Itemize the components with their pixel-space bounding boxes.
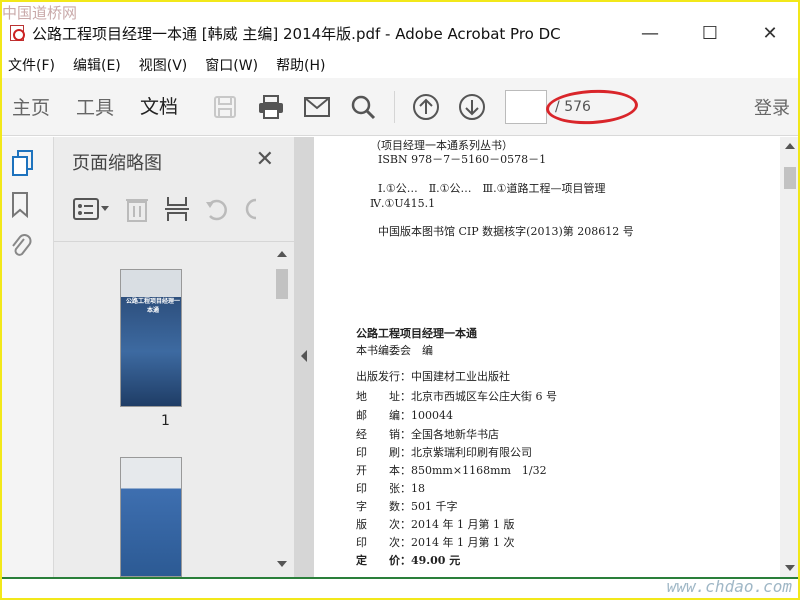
save-icon[interactable] [210, 92, 240, 122]
doc-line-publisher: 出版发行：中国建材工业出版社 [356, 370, 510, 383]
menu-file[interactable]: 文件(F) [8, 55, 55, 75]
thumbnail-title: 公路工程项目经理一本通 [125, 298, 180, 314]
doc-line-format: 开 本：850mm×1168mm 1/32 [356, 464, 547, 477]
panel-scrollbar[interactable] [274, 245, 290, 575]
window-title: 公路工程项目经理一本通 [韩威 主编] 2014年版.pdf - Adobe A… [32, 24, 561, 43]
close-panel-icon[interactable]: ✕ [256, 147, 274, 172]
delete-icon[interactable] [124, 195, 150, 227]
minimize-button[interactable]: — [620, 14, 680, 52]
doc-line-isbn: ISBN 978－7－5160－0578－1 [378, 153, 547, 166]
maximize-button[interactable]: ☐ [680, 14, 740, 52]
panel-title: 页面缩略图 [72, 153, 162, 174]
document-view: （项目经理一本通系列丛书） ISBN 978－7－5160－0578－1 Ⅰ.①… [314, 137, 780, 577]
title-bar: 公路工程项目经理一本通 [韩威 主编] 2014年版.pdf - Adobe A… [0, 14, 800, 52]
previous-page-icon[interactable] [411, 92, 441, 122]
panel-splitter[interactable] [294, 137, 314, 577]
menu-help[interactable]: 帮助(H) [276, 55, 325, 75]
doc-line-distributor: 经 销：全国各地新华书店 [356, 428, 499, 441]
rotate-right-icon[interactable] [244, 196, 258, 226]
tab-document[interactable]: 文档 [140, 92, 178, 121]
navigation-rail [0, 137, 54, 577]
menu-view[interactable]: 视图(V) [139, 55, 188, 75]
doc-line-cip: 中国版本图书馆 CIP 数据核字(2013)第 208612 号 [378, 225, 634, 238]
next-page-icon[interactable] [457, 92, 487, 122]
menu-bar: 文件(F) 编辑(E) 视图(V) 窗口(W) 帮助(H) [0, 52, 800, 78]
toolbar-separator [394, 90, 396, 123]
page-thumbnails-icon[interactable] [10, 149, 40, 179]
options-menu-icon[interactable] [72, 196, 110, 226]
watermark-top: 中国道桥网 [2, 4, 78, 22]
page-thumbnail-1[interactable]: 公路工程项目经理一本通 [120, 269, 182, 407]
page-number-input[interactable] [505, 89, 548, 124]
bookmark-icon[interactable] [10, 191, 40, 221]
panel-toolbar [72, 195, 272, 227]
page-thumbnail-2[interactable] [120, 457, 182, 577]
menu-window[interactable]: 窗口(W) [205, 55, 258, 75]
doc-line-price: 定 价：49.00 元 [356, 554, 461, 567]
doc-line-postcode: 邮 编：100044 [356, 409, 453, 422]
search-icon[interactable] [348, 92, 378, 122]
doc-line-sheets: 印 张：18 [356, 482, 425, 495]
doc-line-printer: 印 刷：北京紫瑞利印刷有限公司 [356, 446, 532, 459]
attachment-icon[interactable] [10, 233, 40, 263]
document-scrollbar[interactable] [780, 137, 800, 577]
insert-pages-icon[interactable] [164, 195, 190, 227]
doc-line-address: 地 址：北京市西城区车公庄大街 6 号 [356, 390, 557, 403]
tab-home[interactable]: 主页 [12, 93, 50, 120]
doc-line-edition: 版 次：2014 年 1 月第 1 版 [356, 518, 515, 531]
acrobat-pdf-icon [10, 25, 25, 41]
doc-line-udc: Ⅳ.①U415.1 [370, 197, 436, 210]
close-button[interactable]: ✕ [740, 14, 800, 52]
doc-line-classification: Ⅰ.①公… Ⅱ.①公… Ⅲ.①道路工程—项目管理 [378, 182, 606, 195]
main-toolbar: 主页 工具 文档 / 576 登录 [0, 78, 800, 136]
panel-divider [54, 241, 294, 242]
tab-tools[interactable]: 工具 [76, 93, 114, 120]
doc-line-editor: 本书编委会 编 [356, 344, 433, 357]
doc-line-printing: 印 次：2014 年 1 月第 1 次 [356, 536, 515, 549]
doc-line-word-count: 字 数：501 千字 [356, 500, 458, 513]
print-icon[interactable] [256, 92, 286, 122]
sign-in-link[interactable]: 登录 [754, 94, 790, 120]
doc-line-book-title: 公路工程项目经理一本通 [356, 327, 477, 340]
window-controls: — ☐ ✕ [620, 14, 800, 52]
rotate-left-icon[interactable] [204, 196, 230, 226]
watermark-bottom: www.chdao.com [666, 577, 792, 596]
thumbnail-page-number: 1 [161, 413, 170, 429]
menu-edit[interactable]: 编辑(E) [73, 55, 121, 75]
thumbnail-panel: 页面缩略图 ✕ 公路工程项目经理一本通 1 [54, 137, 294, 577]
email-icon[interactable] [302, 92, 332, 122]
